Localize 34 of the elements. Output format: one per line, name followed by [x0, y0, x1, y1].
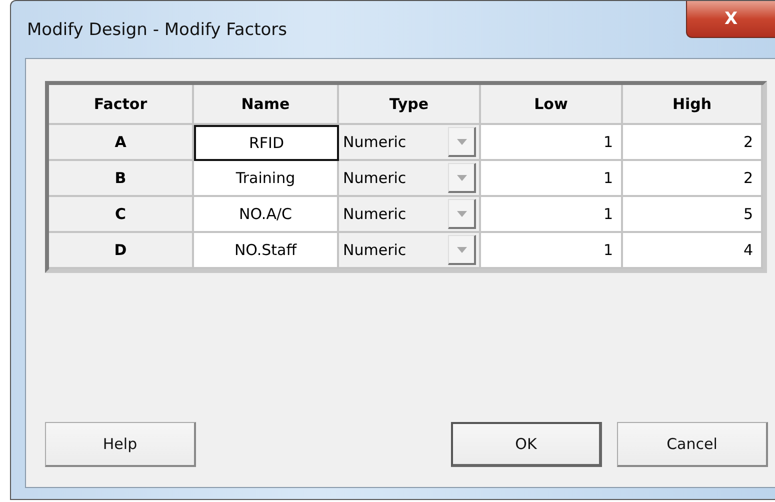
dropdown-arrow-icon [456, 246, 466, 252]
column-header: High [623, 85, 763, 125]
name-field[interactable]: NO.A/C [194, 197, 339, 233]
close-button[interactable]: X [686, 1, 775, 38]
high-field[interactable]: 5 [623, 197, 763, 233]
dropdown-arrow-icon [456, 210, 466, 216]
dropdown-arrow-icon [456, 138, 466, 144]
type-dropdown[interactable]: Numeric [339, 125, 481, 161]
dialog-button[interactable]: OK [451, 422, 602, 467]
type-dropdown[interactable]: Numeric [339, 197, 481, 233]
low-field[interactable]: 1 [481, 233, 623, 269]
factor-cell: B [49, 161, 194, 197]
high-field[interactable]: 2 [623, 125, 763, 161]
dialog-button[interactable]: Cancel [617, 422, 768, 467]
name-field[interactable]: Training [194, 161, 339, 197]
type-dropdown[interactable]: Numeric [339, 233, 481, 269]
window-title: Modify Design - Modify Factors [27, 20, 287, 40]
column-header: Low [481, 85, 623, 125]
low-field[interactable]: 1 [481, 197, 623, 233]
factor-cell: D [49, 233, 194, 269]
type-dropdown[interactable]: Numeric [339, 161, 481, 197]
column-header: Name [194, 85, 339, 125]
high-field[interactable]: 2 [623, 161, 763, 197]
low-field[interactable]: 1 [481, 125, 623, 161]
factor-cell: A [49, 125, 194, 161]
dropdown-arrow-icon [456, 174, 466, 180]
low-field[interactable]: 1 [481, 161, 623, 197]
dialog-button[interactable]: Help [45, 422, 196, 467]
name-field[interactable]: RFID [194, 125, 339, 161]
name-field[interactable]: NO.Staff [194, 233, 339, 269]
high-field[interactable]: 4 [623, 233, 763, 269]
column-header: Type [339, 85, 481, 125]
column-header: Factor [49, 85, 194, 125]
factor-cell: C [49, 197, 194, 233]
